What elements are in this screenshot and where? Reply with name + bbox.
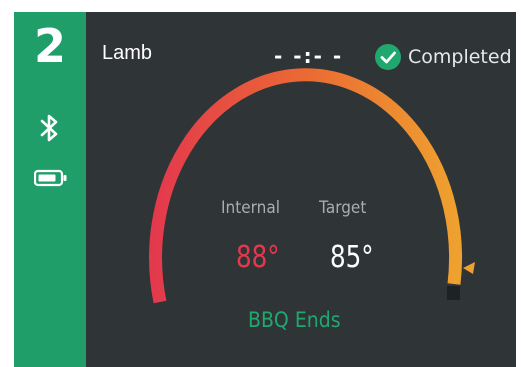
internal-temperature: 88° [236, 240, 280, 275]
internal-label: Internal [221, 198, 280, 218]
gauge-end-cap [447, 286, 460, 300]
bbq-ends-label: BBQ Ends [248, 308, 341, 332]
target-label: Target [319, 198, 367, 218]
target-temperature: 85° [330, 240, 374, 275]
gauge-arc [149, 68, 463, 304]
thermometer-display: 2 Lamb - -:- - Completed Internal Target… [14, 12, 516, 367]
target-marker-icon [463, 262, 475, 274]
